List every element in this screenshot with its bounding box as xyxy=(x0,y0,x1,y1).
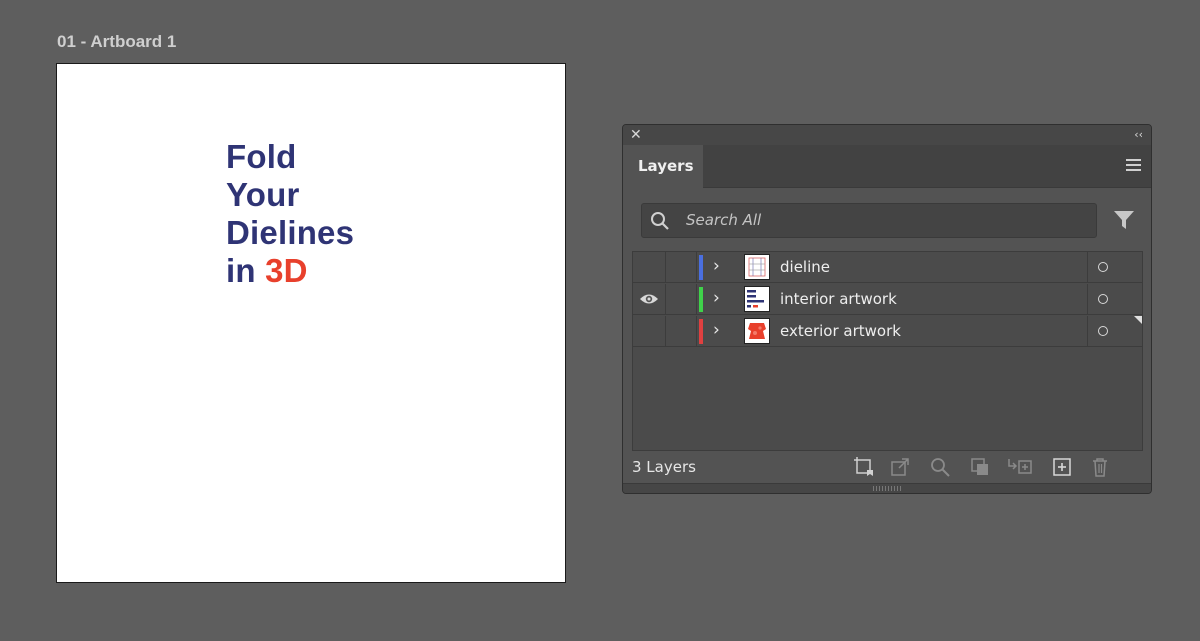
make-clipping-mask-icon[interactable] xyxy=(969,456,991,478)
layer-list: › dieline › interior artwork › exterior … xyxy=(632,251,1143,451)
visibility-toggle[interactable] xyxy=(633,252,666,282)
headline-line-2: Your xyxy=(226,176,300,213)
search-icon xyxy=(651,212,669,230)
chevron-right-icon[interactable]: › xyxy=(713,287,720,309)
lock-toggle[interactable] xyxy=(666,316,697,346)
target-icon[interactable] xyxy=(1098,294,1108,304)
artboard[interactable]: Fold Your Dielines in 3D xyxy=(56,63,566,583)
eye-icon xyxy=(640,294,658,304)
headline-text[interactable]: Fold Your Dielines in 3D xyxy=(226,138,354,290)
chevron-right-icon[interactable]: › xyxy=(713,319,720,341)
layer-name[interactable]: interior artwork xyxy=(780,290,897,308)
selection-indicator-icon xyxy=(1134,316,1142,324)
visibility-toggle[interactable] xyxy=(633,284,666,314)
layer-row-interior-artwork[interactable]: › interior artwork xyxy=(633,284,1142,315)
headline-3d: 3D xyxy=(265,252,308,289)
layer-name[interactable]: dieline xyxy=(780,258,830,276)
headline-line-4: in 3D xyxy=(226,252,354,290)
export-icon[interactable] xyxy=(889,456,911,478)
layer-color-bar xyxy=(699,255,703,280)
headline-line-3: Dielines xyxy=(226,214,355,251)
panel-title-bar[interactable]: ✕ ‹‹ xyxy=(623,125,1151,145)
layer-row-dieline[interactable]: › dieline xyxy=(633,252,1142,283)
layer-thumbnail xyxy=(744,318,770,344)
collect-for-export-icon[interactable] xyxy=(853,456,875,478)
visibility-toggle[interactable] xyxy=(633,316,666,346)
hamburger-menu-icon[interactable] xyxy=(1126,159,1141,171)
chevron-right-icon[interactable]: › xyxy=(713,255,720,277)
layer-thumbnail xyxy=(744,286,770,312)
tab-layers[interactable]: Layers xyxy=(623,145,703,188)
delete-icon[interactable] xyxy=(1089,456,1111,478)
artboard-label[interactable]: 01 - Artboard 1 xyxy=(57,32,176,52)
layer-row-exterior-artwork[interactable]: › exterior artwork xyxy=(633,316,1142,347)
search-placeholder: Search All xyxy=(686,211,762,229)
layer-thumbnail xyxy=(744,254,770,280)
panel-resize-handle[interactable] xyxy=(623,483,1151,493)
funnel-filter-icon[interactable] xyxy=(1113,209,1135,231)
create-sublayer-icon[interactable] xyxy=(1007,456,1033,478)
grip-icon xyxy=(873,486,903,491)
lock-toggle[interactable] xyxy=(666,284,697,314)
target-icon[interactable] xyxy=(1098,326,1108,336)
layer-color-bar xyxy=(699,287,703,312)
headline-in: in xyxy=(226,252,256,289)
new-layer-icon[interactable] xyxy=(1051,456,1073,478)
close-icon[interactable]: ✕ xyxy=(630,126,642,144)
panel-tab-strip: Layers xyxy=(623,145,1151,188)
double-chevron-left-icon[interactable]: ‹‹ xyxy=(1134,126,1143,144)
layer-count: 3 Layers xyxy=(632,458,696,476)
lock-toggle[interactable] xyxy=(666,252,697,282)
layer-name[interactable]: exterior artwork xyxy=(780,322,901,340)
layers-panel: ✕ ‹‹ Layers Search All › dieline › inter… xyxy=(622,124,1152,494)
layer-color-bar xyxy=(699,319,703,344)
target-icon[interactable] xyxy=(1098,262,1108,272)
locate-object-icon[interactable] xyxy=(929,456,951,478)
search-input[interactable]: Search All xyxy=(641,203,1097,238)
headline-line-1: Fold xyxy=(226,138,297,175)
